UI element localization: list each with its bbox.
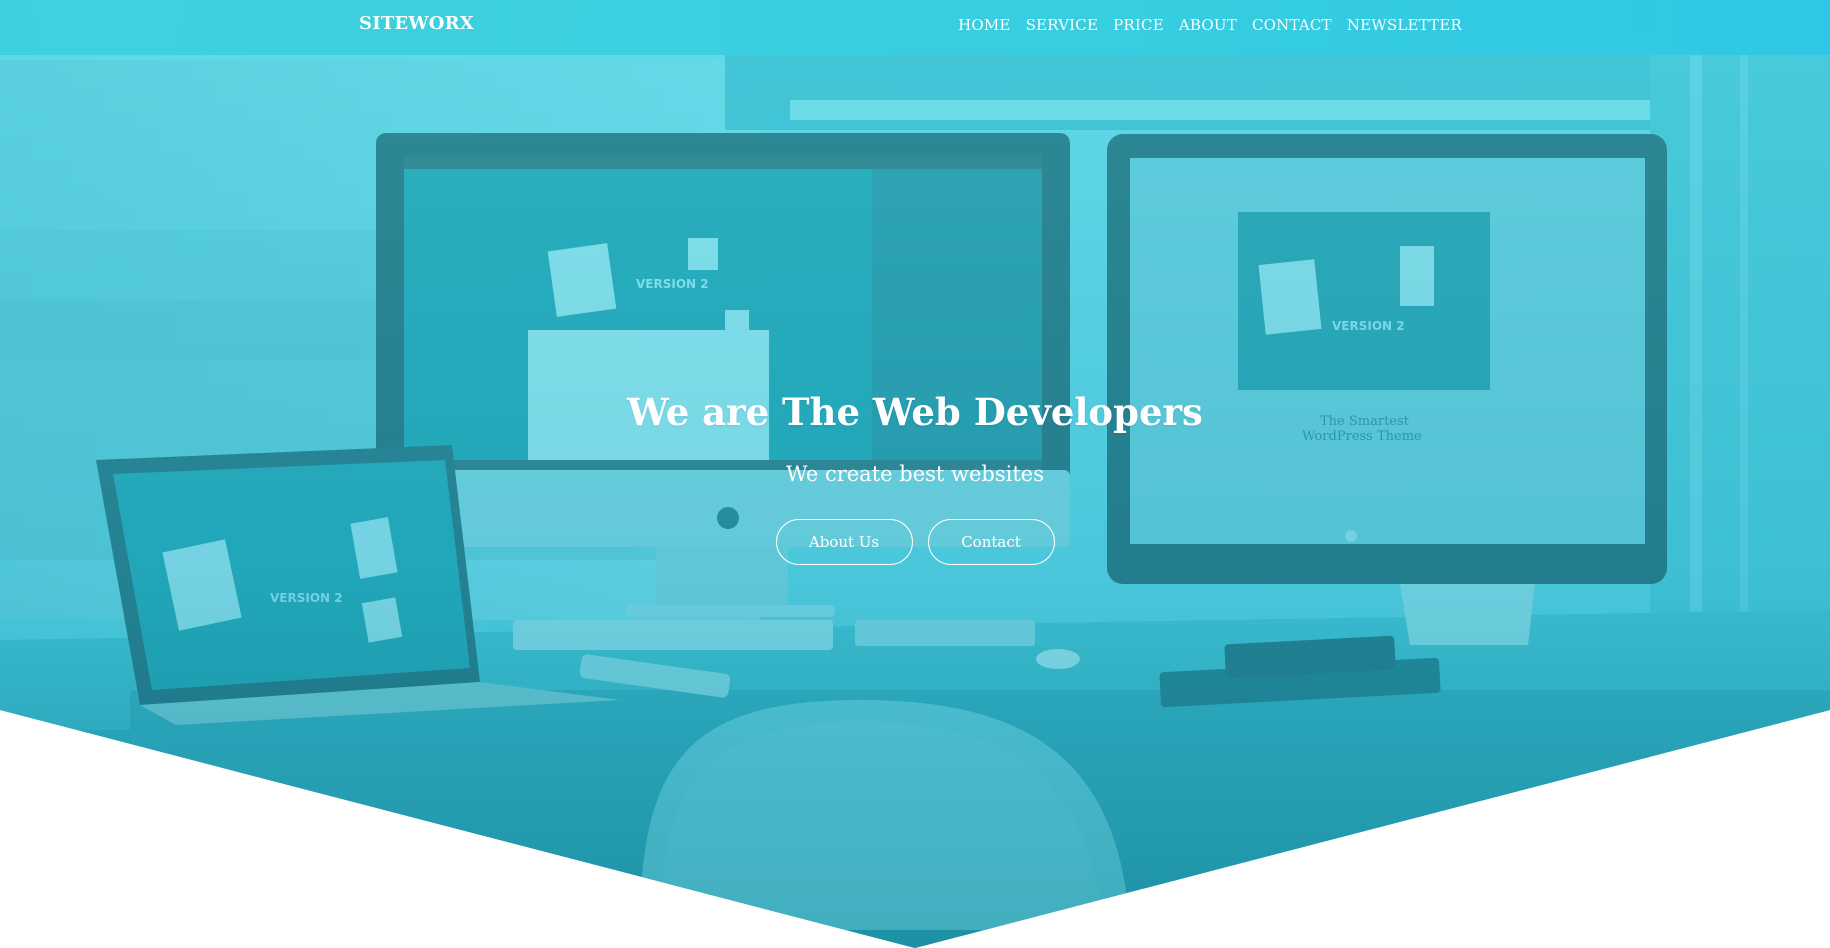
nav-item-about[interactable]: ABOUT bbox=[1179, 16, 1237, 34]
nav-item-contact[interactable]: CONTACT bbox=[1252, 16, 1332, 34]
main-nav: HOME SERVICE PRICE ABOUT CONTACT NEWSLET… bbox=[958, 16, 1462, 34]
about-us-button[interactable]: About Us bbox=[775, 519, 913, 565]
nav-item-newsletter[interactable]: NEWSLETTER bbox=[1347, 16, 1462, 34]
hero-buttons: About Us Contact bbox=[0, 519, 1830, 565]
nav-item-home[interactable]: HOME bbox=[958, 16, 1011, 34]
nav-item-price[interactable]: PRICE bbox=[1113, 16, 1164, 34]
hero-subtitle: We create best websites bbox=[785, 462, 1044, 486]
hero-title: We are The Web Developers bbox=[627, 390, 1203, 434]
contact-button[interactable]: Contact bbox=[927, 519, 1055, 565]
brand-logo[interactable]: SITEWORX bbox=[359, 13, 474, 34]
nav-item-service[interactable]: SERVICE bbox=[1026, 16, 1099, 34]
top-navbar: SITEWORX HOME SERVICE PRICE ABOUT CONTAC… bbox=[0, 0, 1830, 55]
